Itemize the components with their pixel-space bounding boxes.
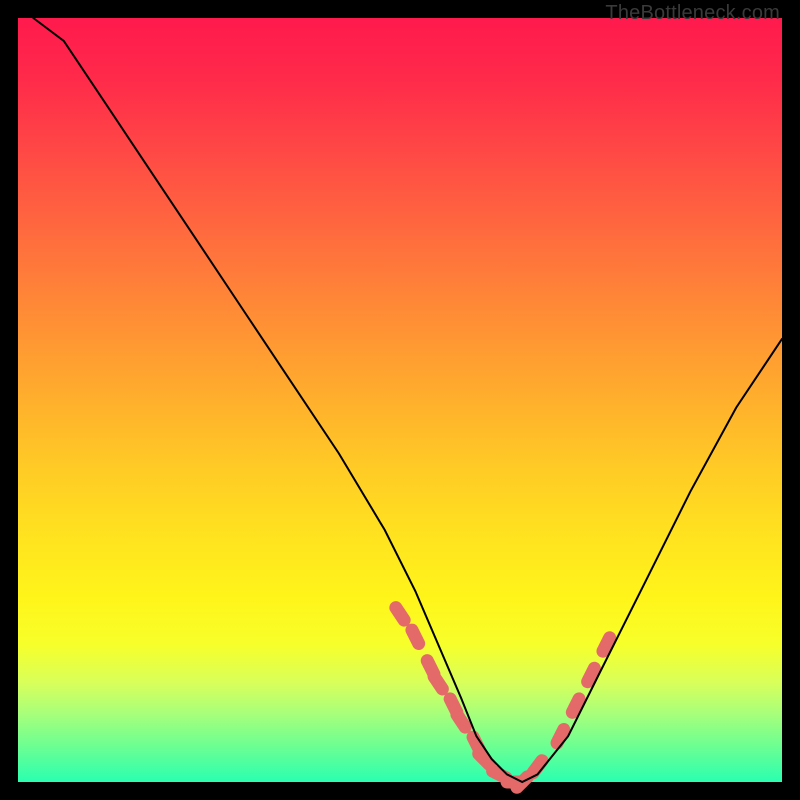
chart-frame: TheBottleneck.com (0, 0, 800, 800)
plot-area (18, 18, 782, 782)
chart-svg (18, 18, 782, 782)
bottleneck-curve (33, 18, 782, 782)
watermark-text: TheBottleneck.com (605, 2, 780, 25)
near-bottom-markers (387, 599, 619, 797)
